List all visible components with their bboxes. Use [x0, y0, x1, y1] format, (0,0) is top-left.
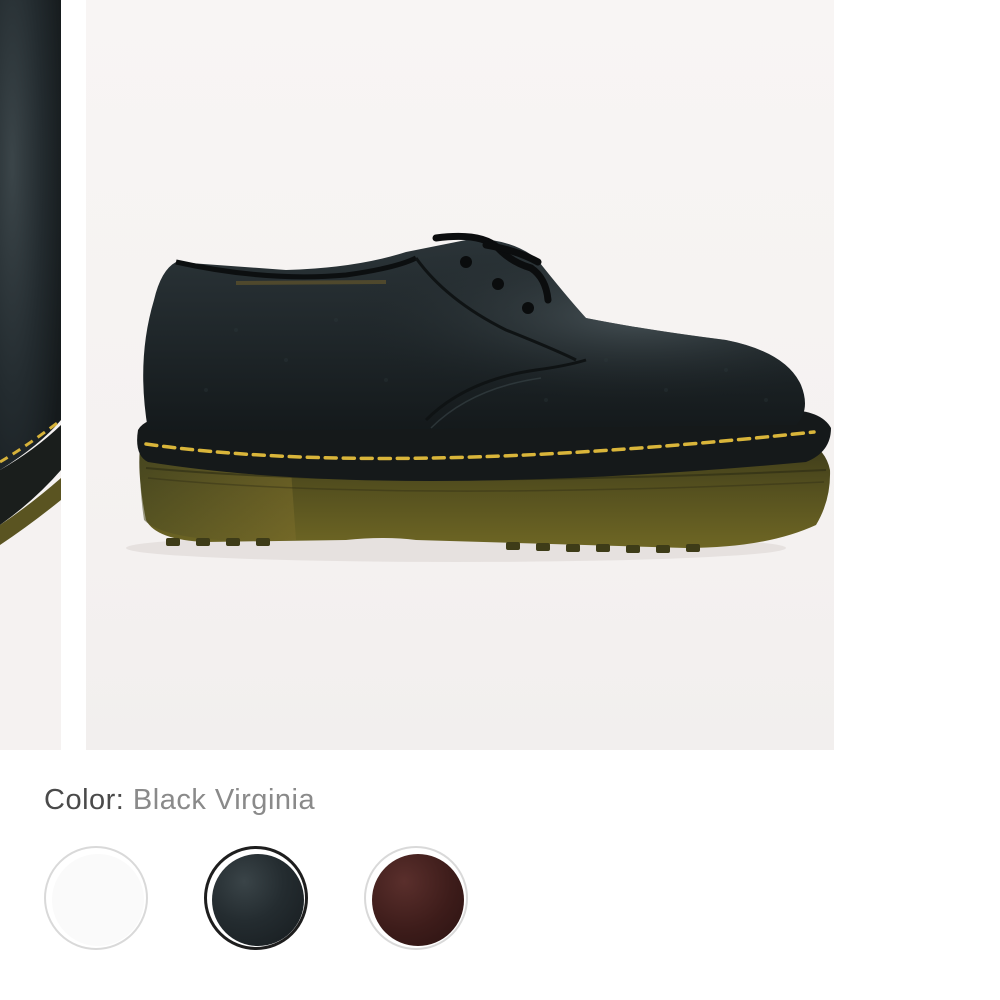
- color-label-key: Color:: [44, 784, 125, 816]
- shoe-closeup-image: [0, 0, 61, 750]
- shoe-image: [126, 232, 832, 562]
- brown-swatch-fill: [372, 854, 464, 946]
- color-label: Color: Black Virginia: [44, 782, 315, 818]
- white-swatch-fill: [52, 854, 144, 946]
- previous-product-image[interactable]: [0, 0, 61, 750]
- color-swatch-white[interactable]: [44, 846, 148, 950]
- color-swatch-list: [44, 846, 484, 954]
- product-image-gallery[interactable]: [0, 0, 1000, 750]
- color-swatch-brown[interactable]: [364, 846, 468, 950]
- selected-color-name: Black Virginia: [132, 784, 316, 816]
- current-product-image[interactable]: [86, 0, 834, 750]
- product-page: Color: Black Virginia: [0, 0, 1000, 1000]
- color-swatch-black[interactable]: [204, 846, 308, 950]
- black-swatch-fill: [212, 854, 304, 946]
